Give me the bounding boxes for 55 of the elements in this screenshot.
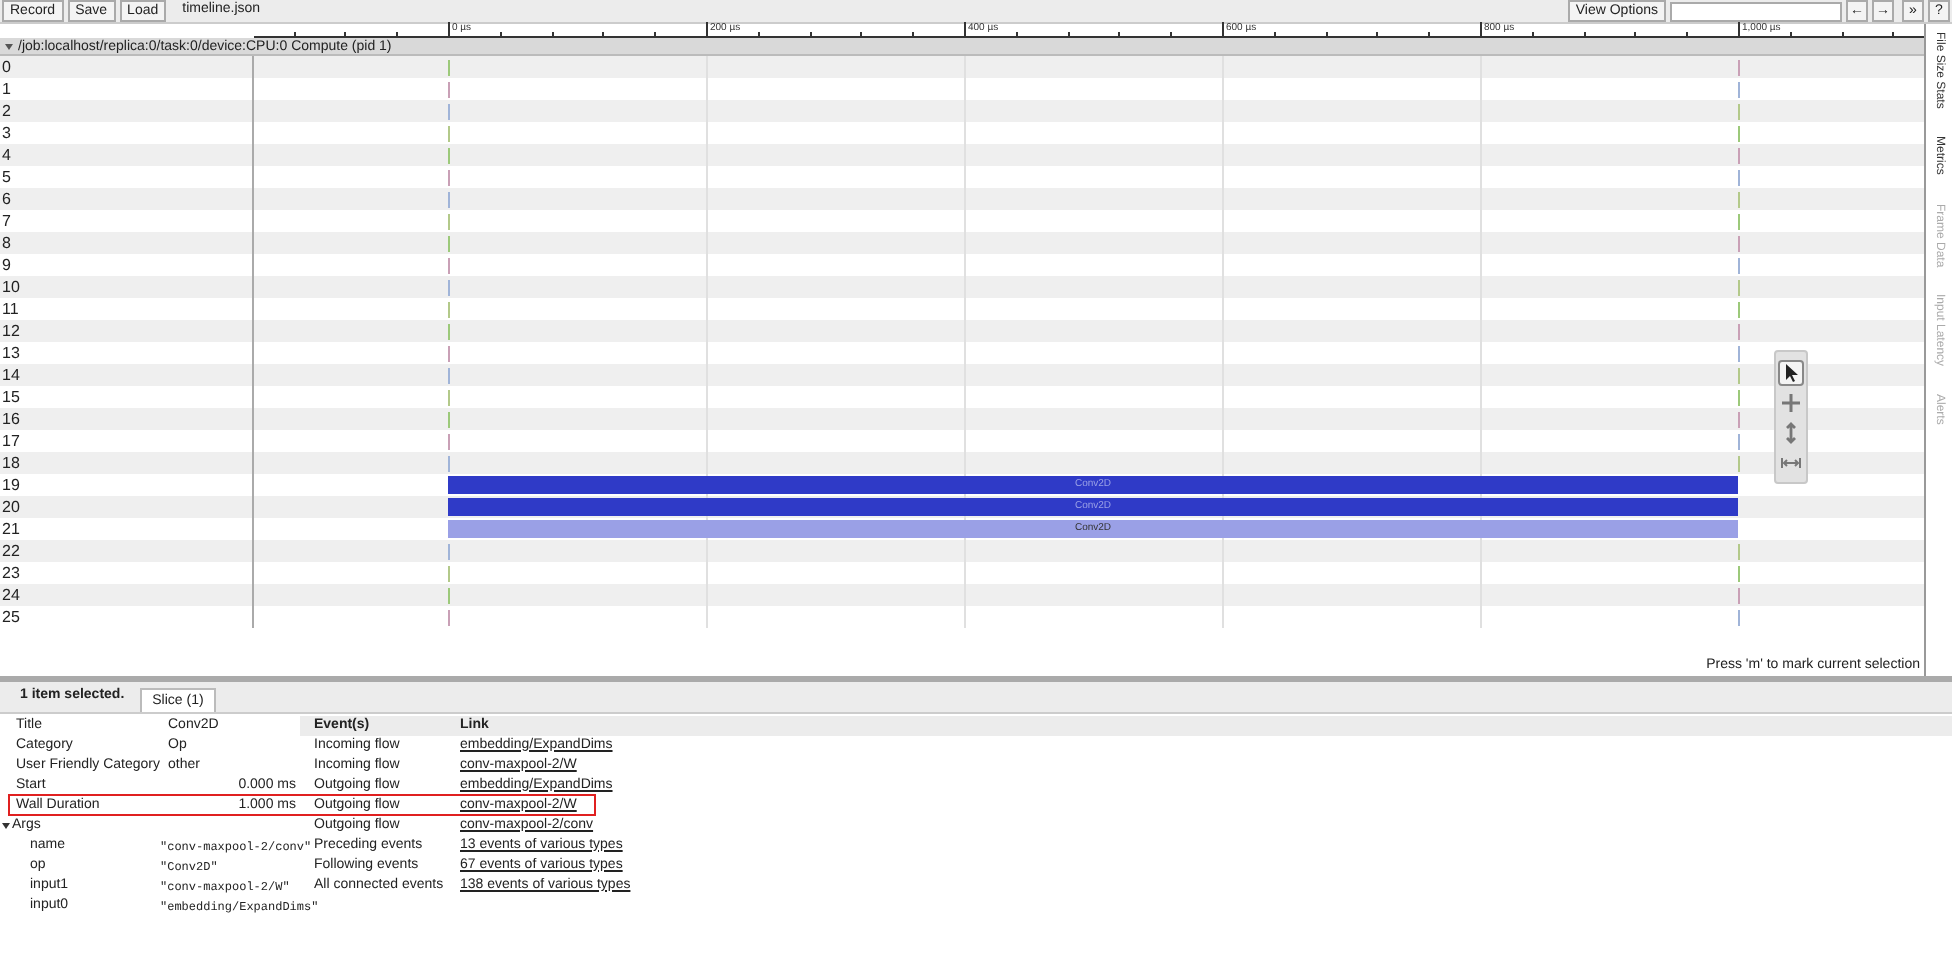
event-marker [448,82,450,98]
event-marker [448,60,450,76]
event-marker [448,610,450,626]
event-marker [1738,280,1740,296]
event-marker [1738,368,1740,384]
event-marker [448,346,450,362]
event-marker [1738,60,1740,76]
event-marker [448,126,450,142]
event-marker [448,170,450,186]
move-icon [1780,392,1802,414]
event-marker [1738,214,1740,230]
event-marker [448,324,450,340]
event-marker [448,434,450,450]
event-marker [448,280,450,296]
event-marker [448,368,450,384]
event-marker [448,566,450,582]
event-marker [1738,148,1740,164]
event-marker [448,456,450,472]
event-marker [1738,544,1740,560]
event-marker [1738,192,1740,208]
event-marker [448,104,450,120]
timing-icon [1780,452,1802,474]
event-marker [448,148,450,164]
event-marker [448,258,450,274]
event-marker [1738,302,1740,318]
event-marker [1738,104,1740,120]
event-marker [448,544,450,560]
event-marker [1738,258,1740,274]
event-marker [448,192,450,208]
event-marker [448,236,450,252]
pointer-icon [1780,362,1802,384]
event-marker [1738,236,1740,252]
event-marker [1738,324,1740,340]
event-marker [1738,588,1740,604]
event-marker [448,588,450,604]
tool-button[interactable] [1778,360,1804,386]
event-marker [1738,434,1740,450]
event-marker [448,302,450,318]
event-marker [1738,346,1740,362]
event-marker [1738,566,1740,582]
event-marker [1738,390,1740,406]
event-marker [1738,456,1740,472]
collapse-icon[interactable] [2,822,10,830]
event-marker [1738,82,1740,98]
event-marker [1738,170,1740,186]
event-marker [1738,412,1740,428]
event-marker [448,214,450,230]
zoom-icon [1780,422,1802,444]
event-marker [1738,126,1740,142]
search-field[interactable] [1670,1,1842,21]
event-marker [448,390,450,406]
event-marker [1738,610,1740,626]
collapse-icon[interactable] [4,41,14,51]
row-label: 25 [0,606,254,628]
event-marker [448,412,450,428]
